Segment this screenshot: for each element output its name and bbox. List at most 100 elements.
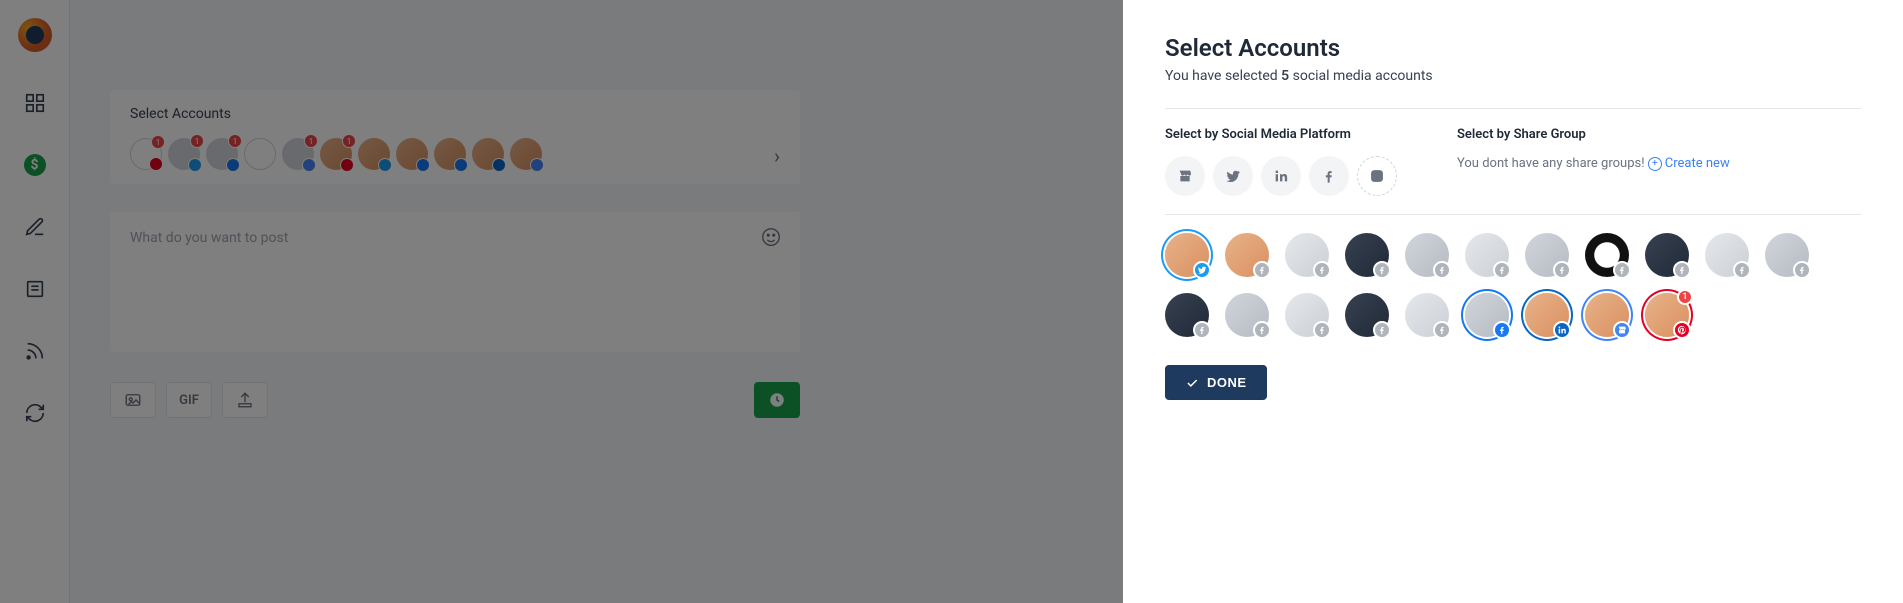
fbg-network-badge <box>1253 321 1271 339</box>
mini-count-badge: 1 <box>151 135 165 149</box>
account-avatar[interactable] <box>1165 293 1209 337</box>
nav-monetize-icon[interactable]: $ <box>24 154 46 176</box>
gmb-badge-icon <box>302 158 316 172</box>
mini-account-avatar[interactable] <box>472 138 504 170</box>
left-nav: $ <box>0 0 70 603</box>
account-avatar[interactable] <box>1765 233 1809 277</box>
account-avatar[interactable] <box>1585 293 1629 337</box>
mini-count-badge: 1 <box>304 134 318 148</box>
account-avatar[interactable] <box>1345 233 1389 277</box>
composer-toolbar: GIF <box>110 382 800 418</box>
mini-count-badge: 1 <box>228 134 242 148</box>
fbg-network-badge <box>1313 261 1331 279</box>
fbg-network-badge <box>1433 321 1451 339</box>
fbg-network-badge <box>1253 261 1271 279</box>
mini-count-badge: 1 <box>190 134 204 148</box>
select-accounts-card: Select Accounts 11111› <box>110 90 800 184</box>
fb-network-badge <box>1493 321 1511 339</box>
fbg-network-badge <box>1313 321 1331 339</box>
fbg-network-badge <box>1373 321 1391 339</box>
drawer-title: Select Accounts <box>1165 34 1861 62</box>
tw-badge-icon <box>188 158 202 172</box>
pin-network-badge <box>1673 321 1691 339</box>
mini-account-avatar[interactable] <box>510 138 542 170</box>
mini-account-avatar[interactable]: 1 <box>168 138 200 170</box>
attach-image-button[interactable] <box>110 382 156 418</box>
fbg-network-badge <box>1193 321 1211 339</box>
mini-account-avatar[interactable]: 1 <box>130 138 162 170</box>
attach-gif-button[interactable]: GIF <box>166 382 212 418</box>
li-network-badge <box>1553 321 1571 339</box>
emoji-picker-icon[interactable] <box>760 226 782 248</box>
gmb-network-badge <box>1613 321 1631 339</box>
composer-textarea[interactable]: What do you want to post <box>110 212 800 352</box>
tw-badge-icon <box>378 158 392 172</box>
mini-account-avatar[interactable]: 1 <box>206 138 238 170</box>
selected-accounts-row[interactable]: 11111› <box>110 128 800 184</box>
fbg-network-badge <box>1373 261 1391 279</box>
mini-account-avatar[interactable] <box>434 138 466 170</box>
fbg-network-badge <box>1613 261 1631 279</box>
account-avatar[interactable] <box>1285 293 1329 337</box>
platform-filter: Select by Social Media Platform <box>1165 127 1397 196</box>
account-avatar[interactable] <box>1465 293 1509 337</box>
app-logo <box>18 18 52 52</box>
platform-filter-label: Select by Social Media Platform <box>1165 127 1397 142</box>
fb-badge-icon <box>226 158 240 172</box>
mini-account-avatar[interactable]: 1 <box>320 138 352 170</box>
expand-accounts-chevron[interactable]: › <box>774 144 780 168</box>
mini-account-avatar[interactable] <box>244 138 276 170</box>
composer-placeholder: What do you want to post <box>130 230 780 246</box>
nav-dashboard-icon[interactable] <box>24 92 46 114</box>
fbg-network-badge <box>1673 261 1691 279</box>
fbg-network-badge <box>1493 261 1511 279</box>
share-group-label: Select by Share Group <box>1457 127 1730 142</box>
schedule-send-button[interactable] <box>754 382 800 418</box>
nav-refresh-icon[interactable] <box>24 402 46 424</box>
platform-filter-li[interactable] <box>1261 156 1301 196</box>
account-count-badge: 1 <box>1677 289 1693 305</box>
account-avatar[interactable] <box>1525 233 1569 277</box>
select-accounts-label: Select Accounts <box>110 90 800 128</box>
fbg-network-badge <box>1733 261 1751 279</box>
nav-rss-icon[interactable] <box>24 340 46 362</box>
account-avatar[interactable] <box>1705 233 1749 277</box>
account-avatar[interactable] <box>1465 233 1509 277</box>
account-avatar[interactable] <box>1165 233 1209 277</box>
account-avatar[interactable] <box>1585 233 1629 277</box>
nav-content-icon[interactable] <box>24 278 46 300</box>
attach-file-button[interactable] <box>222 382 268 418</box>
select-accounts-drawer: Select Accounts You have selected 5 soci… <box>1123 0 1903 603</box>
gmb-badge-icon <box>530 158 544 172</box>
create-group-plus-icon: + <box>1648 157 1662 171</box>
pin-badge-icon <box>149 157 163 171</box>
fbg-network-badge <box>1793 261 1811 279</box>
account-avatar[interactable] <box>1405 233 1449 277</box>
pin-badge-icon <box>340 158 354 172</box>
account-avatar[interactable] <box>1405 293 1449 337</box>
fbg-network-badge <box>1553 261 1571 279</box>
share-group-filter: Select by Share Group You dont have any … <box>1457 127 1730 196</box>
fb-badge-icon <box>416 158 430 172</box>
account-avatar[interactable] <box>1225 293 1269 337</box>
done-button[interactable]: DONE <box>1165 365 1267 400</box>
platform-filter-gmb[interactable] <box>1165 156 1205 196</box>
account-avatar[interactable] <box>1225 233 1269 277</box>
no-groups-message: You dont have any share groups! +Create … <box>1457 156 1730 171</box>
mini-account-avatar[interactable] <box>358 138 390 170</box>
mini-account-avatar[interactable]: 1 <box>282 138 314 170</box>
create-group-link[interactable]: Create new <box>1665 156 1730 171</box>
platform-filter-tw[interactable] <box>1213 156 1253 196</box>
mini-count-badge: 1 <box>342 134 356 148</box>
account-avatar[interactable]: 1 <box>1645 293 1689 337</box>
account-avatar[interactable] <box>1285 233 1329 277</box>
tw-network-badge <box>1193 261 1211 279</box>
li-badge-icon <box>492 158 506 172</box>
account-avatar[interactable] <box>1645 233 1689 277</box>
platform-filter-fb[interactable] <box>1309 156 1349 196</box>
mini-account-avatar[interactable] <box>396 138 428 170</box>
platform-filter-ig[interactable] <box>1357 156 1397 196</box>
account-avatar[interactable] <box>1525 293 1569 337</box>
nav-compose-icon[interactable] <box>24 216 46 238</box>
account-avatar[interactable] <box>1345 293 1389 337</box>
